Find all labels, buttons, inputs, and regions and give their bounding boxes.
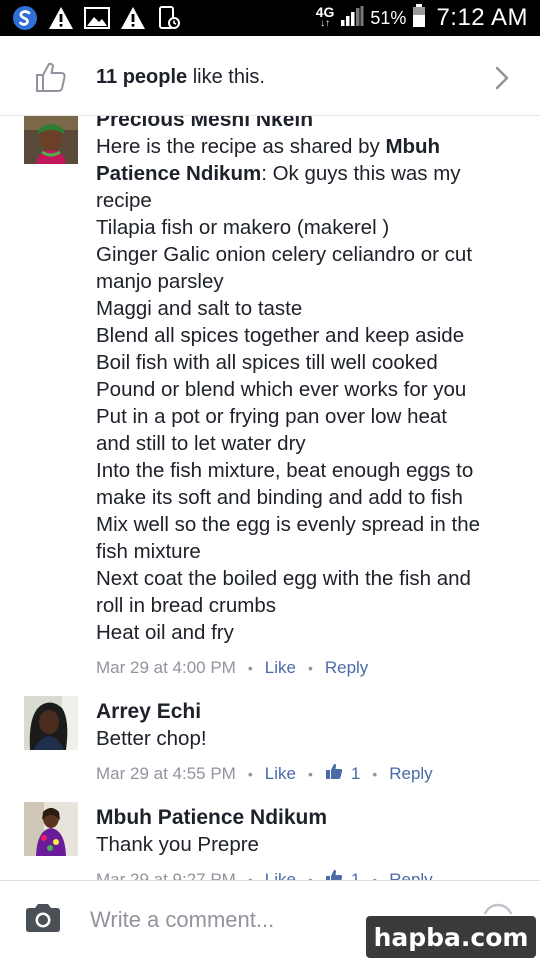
like-button[interactable]: Like — [265, 657, 296, 679]
comment-meta: Mar 29 at 4:00 PM • Like • Reply — [96, 657, 516, 679]
status-bar: 4G ↓↑ 51% 7:12 AM — [0, 0, 540, 36]
comment-author[interactable]: Arrey Echi — [96, 698, 516, 725]
like-count-icon — [325, 762, 343, 786]
camera-icon[interactable] — [24, 903, 62, 938]
network-type-indicator: 4G ↓↑ — [315, 4, 335, 29]
watermark: hapba.com — [364, 914, 538, 960]
avatar[interactable] — [24, 802, 78, 856]
separator-dot: • — [307, 872, 313, 880]
separator-dot: • — [307, 766, 313, 782]
reply-button[interactable]: Reply — [325, 657, 368, 679]
comment-timestamp: Mar 29 at 4:00 PM — [96, 658, 236, 677]
phone-signal-icon — [156, 6, 182, 30]
comment-author[interactable]: Mbuh Patience Ndikum — [96, 804, 516, 831]
comments-list[interactable]: Precious Meshi Nkein Here is the recipe … — [0, 116, 540, 880]
avatar[interactable] — [24, 696, 78, 750]
comment-text: Better chop! — [96, 727, 207, 750]
separator-dot: • — [247, 872, 253, 880]
comment-text: Thank you Prepre — [96, 833, 259, 856]
comment-meta: Mar 29 at 9:27 PM • Like • 1 • Reply — [96, 868, 516, 880]
like-button[interactable]: Like — [265, 763, 296, 785]
separator-dot: • — [247, 660, 253, 676]
like-count-icon — [325, 868, 343, 880]
reply-button[interactable]: Reply — [389, 869, 432, 880]
warning-icon — [48, 6, 74, 30]
comment-timestamp: Mar 29 at 9:27 PM — [96, 870, 236, 880]
reply-button[interactable]: Reply — [389, 763, 432, 785]
comment-timestamp: Mar 29 at 4:55 PM — [96, 764, 236, 783]
s-app-icon — [12, 6, 38, 30]
separator-dot: • — [247, 766, 253, 782]
avatar[interactable] — [24, 116, 78, 164]
likes-count-text: 11 people like this. — [96, 66, 265, 88]
separator-dot: • — [372, 766, 378, 782]
comment-author[interactable]: Precious Meshi Nkein — [96, 116, 516, 133]
battery-icon — [412, 3, 426, 33]
like-count[interactable]: 1 — [351, 869, 360, 880]
like-count[interactable]: 1 — [351, 763, 360, 785]
comment-input[interactable]: Write a comment... — [90, 907, 274, 933]
chevron-right-icon — [494, 66, 510, 95]
comment-meta: Mar 29 at 4:55 PM • Like • 1 • Reply — [96, 762, 516, 786]
image-icon — [84, 6, 110, 30]
likes-summary-row[interactable]: 11 people like this. — [0, 36, 540, 116]
clock: 7:12 AM — [436, 4, 528, 31]
separator-dot: • — [372, 872, 378, 880]
like-button[interactable]: Like — [265, 869, 296, 880]
comment-text: Here is the recipe as shared by Mbuh Pat… — [96, 135, 481, 644]
warning-icon — [120, 6, 146, 30]
signal-strength-icon — [340, 5, 364, 32]
thumbs-up-outline-icon — [34, 60, 68, 99]
separator-dot: • — [307, 660, 313, 676]
battery-percent: 51% — [370, 7, 407, 28]
